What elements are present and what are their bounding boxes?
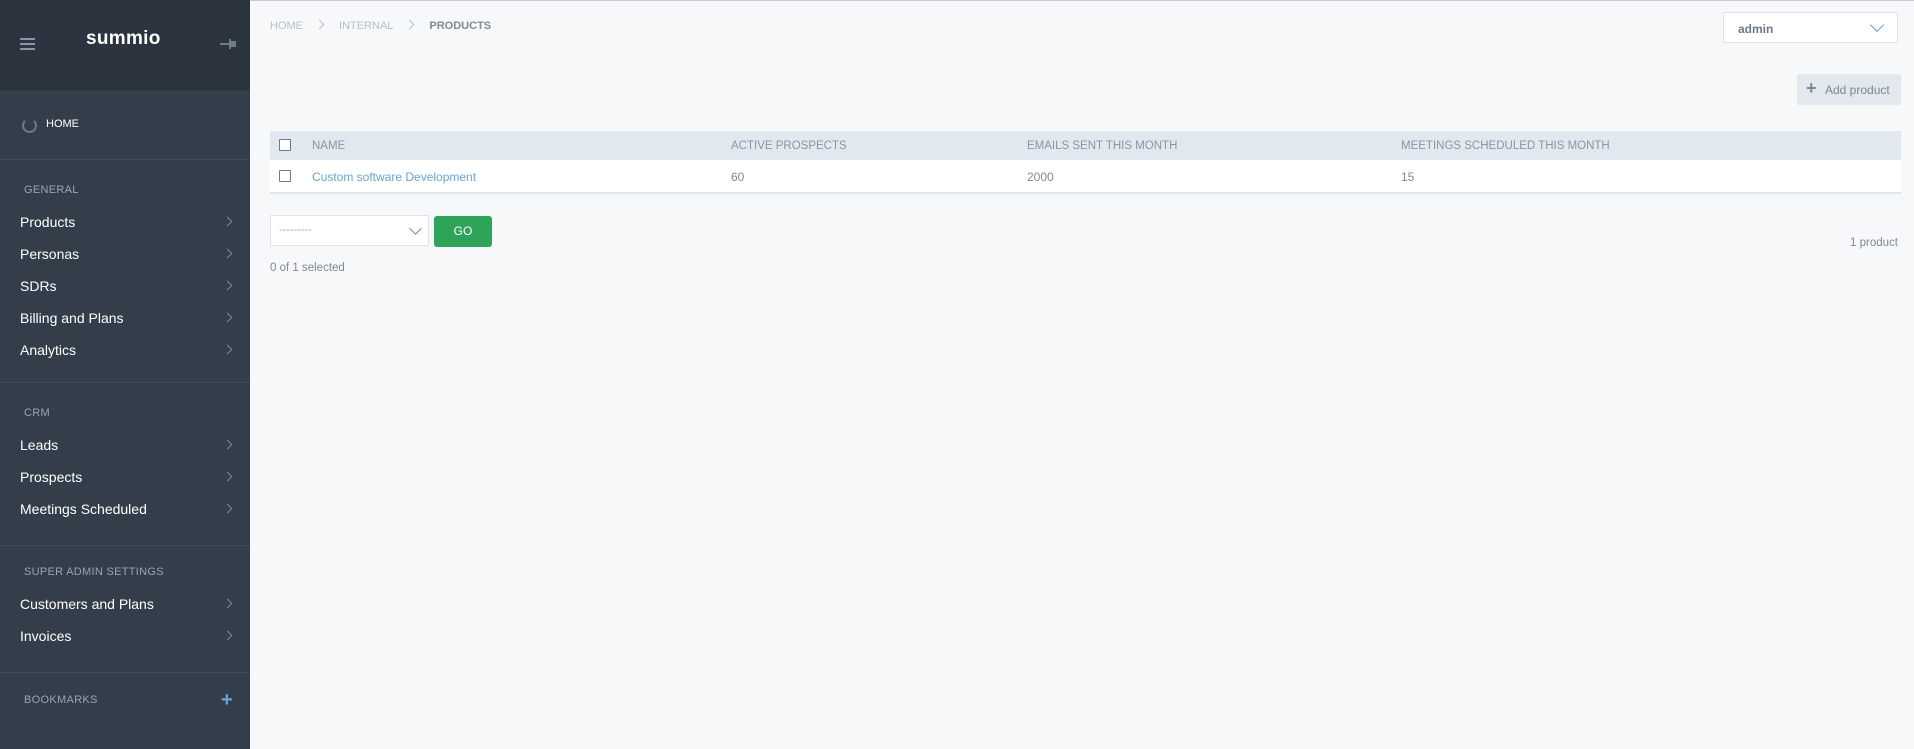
action-select-value: --------- bbox=[279, 224, 312, 236]
plus-icon: + bbox=[1806, 78, 1817, 98]
section-title-crm: CRM bbox=[24, 407, 50, 419]
add-product-label: Add product bbox=[1825, 83, 1890, 97]
breadcrumb-internal[interactable]: INTERNAL bbox=[339, 20, 393, 32]
hamburger-menu-icon[interactable] bbox=[20, 38, 35, 53]
sidebar-item-invoices[interactable]: Invoices bbox=[0, 623, 250, 649]
section-title-general: GENERAL bbox=[24, 184, 79, 196]
sidebar-item-customers-plans[interactable]: Customers and Plans bbox=[0, 591, 250, 617]
table-header: NAME ACTIVE PROSPECTS EMAILS SENT THIS M… bbox=[270, 131, 1901, 160]
sidebar-item-label: Customers and Plans bbox=[20, 596, 154, 612]
pin-icon[interactable] bbox=[220, 38, 236, 50]
top-border bbox=[250, 0, 1914, 1]
chevron-right-icon bbox=[222, 216, 233, 227]
sidebar-item-label: Prospects bbox=[20, 469, 83, 485]
sidebar-divider bbox=[0, 159, 250, 160]
sidebar-divider bbox=[0, 672, 250, 673]
chevron-right-icon bbox=[222, 503, 233, 514]
breadcrumb-current: PRODUCTS bbox=[429, 20, 492, 32]
cell-active-prospects: 60 bbox=[731, 170, 745, 184]
products-table: NAME ACTIVE PROSPECTS EMAILS SENT THIS M… bbox=[270, 131, 1901, 194]
app-logo[interactable]: summio bbox=[86, 28, 161, 50]
sidebar-item-label: Analytics bbox=[20, 342, 77, 358]
column-header-emails-sent[interactable]: EMAILS SENT THIS MONTH bbox=[1027, 140, 1177, 152]
sidebar-item-label: SDRs bbox=[20, 278, 57, 294]
sidebar-divider bbox=[0, 382, 250, 383]
user-menu-value: admin bbox=[1738, 22, 1774, 36]
result-count: 1 product bbox=[1850, 237, 1898, 249]
sidebar: summio HOME GENERAL Products Personas SD… bbox=[0, 0, 250, 749]
chevron-down-icon bbox=[409, 222, 422, 235]
action-select[interactable]: --------- bbox=[270, 215, 429, 246]
sidebar-item-label: Billing and Plans bbox=[20, 310, 124, 326]
sidebar-item-prospects[interactable]: Prospects bbox=[0, 464, 250, 490]
breadcrumb-home[interactable]: HOME bbox=[270, 20, 303, 32]
section-title-bookmarks: BOOKMARKS bbox=[24, 694, 98, 706]
go-button[interactable]: GO bbox=[434, 216, 492, 247]
row-checkbox[interactable] bbox=[279, 170, 291, 182]
chevron-right-icon bbox=[222, 439, 233, 450]
chevron-right-icon bbox=[222, 630, 233, 641]
sidebar-item-label: Leads bbox=[20, 437, 59, 453]
sidebar-item-personas[interactable]: Personas bbox=[0, 241, 250, 267]
sidebar-item-label: Invoices bbox=[20, 628, 72, 644]
user-menu-select[interactable]: admin bbox=[1723, 12, 1898, 43]
cell-emails-sent: 2000 bbox=[1027, 170, 1054, 184]
selection-counter: 0 of 1 selected bbox=[270, 262, 345, 274]
home-icon bbox=[22, 118, 37, 133]
chevron-down-icon bbox=[1869, 17, 1885, 33]
chevron-right-icon bbox=[222, 471, 233, 482]
sidebar-item-meetings[interactable]: Meetings Scheduled bbox=[0, 496, 250, 522]
add-product-button[interactable]: + Add product bbox=[1797, 74, 1901, 105]
sidebar-divider bbox=[0, 545, 250, 546]
column-header-name[interactable]: NAME bbox=[312, 140, 345, 152]
column-header-meetings[interactable]: MEETINGS SCHEDULED THIS MONTH bbox=[1401, 140, 1610, 152]
chevron-right-icon bbox=[222, 344, 233, 355]
sidebar-item-products[interactable]: Products bbox=[0, 209, 250, 235]
sidebar-item-label: HOME bbox=[46, 118, 79, 130]
sidebar-item-leads[interactable]: Leads bbox=[0, 432, 250, 458]
column-header-active-prospects[interactable]: ACTIVE PROSPECTS bbox=[731, 140, 847, 152]
product-name-link[interactable]: Custom software Development bbox=[312, 170, 476, 184]
breadcrumb: HOME INTERNAL PRODUCTS bbox=[270, 19, 492, 32]
cell-meetings: 15 bbox=[1401, 170, 1415, 184]
chevron-right-icon bbox=[222, 312, 233, 323]
sidebar-header: summio bbox=[0, 0, 250, 90]
sidebar-item-label: Meetings Scheduled bbox=[20, 501, 147, 517]
add-bookmark-icon[interactable]: + bbox=[221, 690, 233, 710]
sidebar-item-billing[interactable]: Billing and Plans bbox=[0, 305, 250, 331]
chevron-right-icon bbox=[222, 248, 233, 259]
chevron-right-icon bbox=[222, 598, 233, 609]
sidebar-item-sdrs[interactable]: SDRs bbox=[0, 273, 250, 299]
chevron-right-icon bbox=[404, 19, 415, 30]
chevron-right-icon bbox=[314, 19, 325, 30]
sidebar-item-label: Personas bbox=[20, 246, 80, 262]
sidebar-item-analytics[interactable]: Analytics bbox=[0, 337, 250, 363]
sidebar-item-label: Products bbox=[20, 214, 76, 230]
chevron-right-icon bbox=[222, 280, 233, 291]
select-all-checkbox[interactable] bbox=[279, 139, 291, 151]
sidebar-item-home[interactable]: HOME bbox=[0, 109, 250, 141]
section-title-super-admin: SUPER ADMIN SETTINGS bbox=[24, 566, 164, 578]
